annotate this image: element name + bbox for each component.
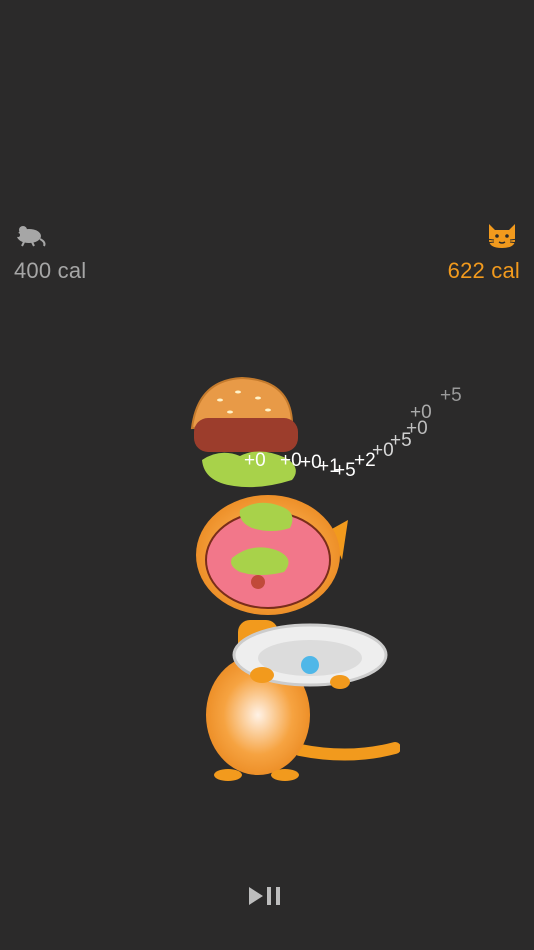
player-calories: 400 cal (14, 258, 87, 283)
play-pause-icon[interactable] (247, 884, 287, 908)
cat-face-icon (485, 224, 519, 248)
mouse-icon (16, 226, 46, 247)
score-popup: +0 (280, 450, 302, 471)
score-popup: +5 (334, 460, 356, 481)
cat-tail (294, 742, 400, 761)
plate-flower (301, 656, 319, 674)
game-scene[interactable] (180, 370, 400, 790)
score-popup: +0 (244, 450, 266, 471)
score-popup: +5 (440, 385, 462, 406)
score-popup: +0 (410, 402, 432, 423)
cat-hud: 622 cal (448, 220, 520, 284)
player-hud: 400 cal (14, 220, 86, 284)
burger-patty (194, 418, 298, 452)
cat-calories: 622 cal (447, 258, 520, 283)
